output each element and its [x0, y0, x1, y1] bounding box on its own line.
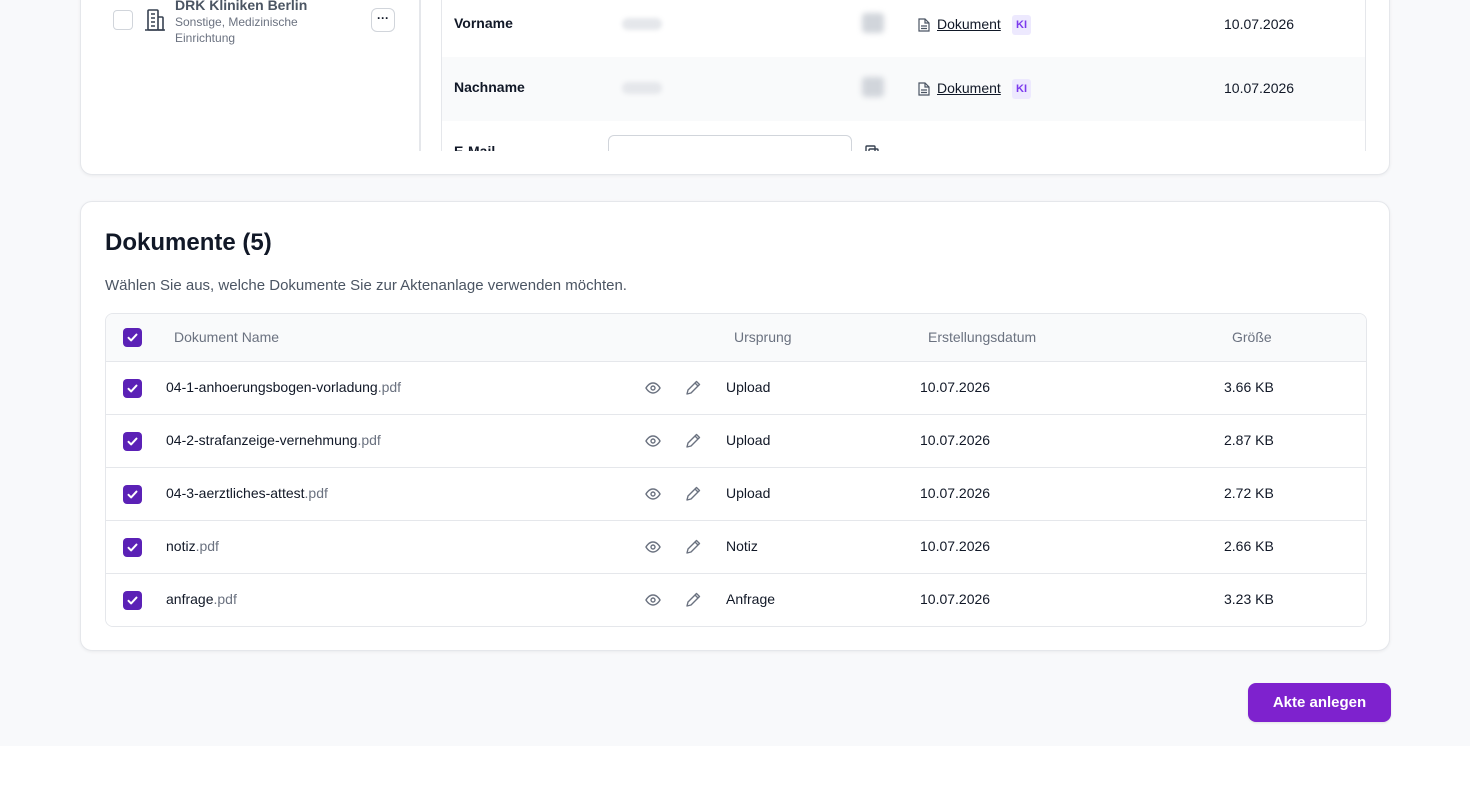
email-input[interactable]	[608, 135, 852, 151]
document-origin: Upload	[726, 379, 771, 395]
ki-badge: KI	[1012, 79, 1031, 99]
more-options-button[interactable]: ···	[371, 8, 395, 32]
documents-table: Dokument Name Ursprung Erstellungsdatum …	[105, 313, 1367, 627]
row-checkbox[interactable]	[123, 432, 142, 451]
document-name: 04-2-strafanzeige-vernehmung.pdf	[166, 432, 381, 448]
copy-icon[interactable]	[864, 145, 880, 151]
document-size: 2.87 KB	[1224, 432, 1274, 448]
document-origin: Anfrage	[726, 591, 776, 607]
entity-card: DRK Kliniken Berlin Sonstige, Medizinisc…	[80, 0, 1390, 175]
document-basename: anfrage	[166, 591, 214, 607]
checkmark-icon	[127, 437, 138, 446]
document-name: 04-1-anhoerungsbogen-vorladung.pdf	[166, 379, 401, 395]
row-checkbox[interactable]	[123, 591, 142, 610]
fields-panel: Vorname Dokument KI 10.07.2026 Nachname …	[441, 0, 1366, 151]
field-date: 10.07.2026	[1224, 80, 1295, 96]
blurred-value	[622, 82, 662, 94]
document-name: notiz.pdf	[166, 538, 219, 554]
table-row: 04-2-strafanzeige-vernehmung.pdf Upload …	[106, 415, 1366, 468]
document-origin: Upload	[726, 432, 771, 448]
documents-description: Wählen Sie aus, welche Dokumente Sie zur…	[105, 277, 627, 294]
ki-badge: KI	[1012, 15, 1031, 35]
column-header-size[interactable]: Größe	[1232, 329, 1272, 345]
document-date: 10.07.2026	[920, 379, 991, 395]
entity-checkbox[interactable]	[113, 10, 133, 30]
document-size: 2.66 KB	[1224, 538, 1274, 554]
document-name: 04-3-aerztliches-attest.pdf	[166, 485, 328, 501]
row-checkbox[interactable]	[123, 538, 142, 557]
field-label: Vorname	[454, 15, 513, 31]
pencil-icon[interactable]	[685, 538, 702, 555]
eye-icon[interactable]	[645, 380, 661, 396]
blurred-value	[622, 18, 662, 30]
document-date: 10.07.2026	[920, 432, 991, 448]
document-basename: 04-1-anhoerungsbogen-vorladung	[166, 379, 378, 395]
document-icon	[918, 82, 930, 96]
pencil-icon[interactable]	[685, 485, 702, 502]
document-name: anfrage.pdf	[166, 591, 237, 607]
document-extension: .pdf	[377, 379, 402, 395]
checkmark-icon	[127, 333, 138, 342]
pencil-icon[interactable]	[685, 379, 702, 396]
building-icon	[145, 9, 165, 31]
field-label: Nachname	[454, 79, 525, 95]
document-date: 10.07.2026	[920, 485, 991, 501]
table-row: notiz.pdf Notiz 10.07.2026 2.66 KB	[106, 521, 1366, 574]
document-link[interactable]: Dokument	[937, 80, 1001, 96]
document-extension: .pdf	[304, 485, 328, 501]
document-size: 3.23 KB	[1224, 591, 1274, 607]
blurred-action[interactable]	[862, 13, 884, 33]
documents-title: Dokumente (5)	[105, 229, 272, 256]
document-origin: Notiz	[726, 538, 758, 554]
eye-icon[interactable]	[645, 539, 661, 555]
document-origin: Upload	[726, 485, 771, 501]
field-row-nachname: Nachname Dokument KI 10.07.2026	[442, 57, 1365, 121]
field-row-vorname: Vorname Dokument KI 10.07.2026	[442, 0, 1365, 57]
document-extension: .pdf	[195, 538, 219, 554]
blurred-action[interactable]	[862, 77, 884, 97]
table-row: 04-1-anhoerungsbogen-vorladung.pdf Uploa…	[106, 362, 1366, 415]
document-size: 3.66 KB	[1224, 379, 1274, 395]
document-icon	[918, 18, 930, 32]
document-link[interactable]: Dokument	[937, 16, 1001, 32]
document-extension: .pdf	[213, 591, 237, 607]
field-date: 10.07.2026	[1224, 16, 1295, 32]
column-header-name[interactable]: Dokument Name	[174, 329, 279, 345]
field-row-email: E-Mail	[442, 121, 1365, 151]
pencil-icon[interactable]	[685, 591, 702, 608]
eye-icon[interactable]	[645, 592, 661, 608]
eye-icon[interactable]	[645, 486, 661, 502]
table-row: 04-3-aerztliches-attest.pdf Upload 10.07…	[106, 468, 1366, 521]
document-size: 2.72 KB	[1224, 485, 1274, 501]
eye-icon[interactable]	[645, 433, 661, 449]
vertical-divider	[419, 0, 421, 151]
document-date: 10.07.2026	[920, 538, 991, 554]
document-extension: .pdf	[357, 432, 381, 448]
create-file-button[interactable]: Akte anlegen	[1248, 683, 1391, 722]
document-date: 10.07.2026	[920, 591, 991, 607]
checkmark-icon	[127, 384, 138, 393]
checkmark-icon	[127, 543, 138, 552]
field-label: E-Mail	[454, 143, 496, 151]
documents-card: Dokumente (5) Wählen Sie aus, welche Dok…	[80, 201, 1390, 651]
checkmark-icon	[127, 490, 138, 499]
row-checkbox[interactable]	[123, 379, 142, 398]
select-all-checkbox[interactable]	[123, 328, 142, 347]
document-basename: 04-2-strafanzeige-vernehmung	[166, 432, 358, 448]
checkmark-icon	[127, 596, 138, 605]
row-checkbox[interactable]	[123, 485, 142, 504]
entity-name: DRK Kliniken Berlin	[175, 0, 308, 13]
table-header: Dokument Name Ursprung Erstellungsdatum …	[106, 314, 1366, 362]
document-basename: notiz	[166, 538, 196, 554]
pencil-icon[interactable]	[685, 432, 702, 449]
table-row: anfrage.pdf Anfrage 10.07.2026 3.23 KB	[106, 574, 1366, 626]
column-header-origin[interactable]: Ursprung	[734, 329, 792, 345]
column-header-created[interactable]: Erstellungsdatum	[928, 329, 1036, 345]
entity-subtitle: Sonstige, Medizinische Einrichtung	[175, 15, 298, 45]
document-basename: 04-3-aerztliches-attest	[166, 485, 305, 501]
